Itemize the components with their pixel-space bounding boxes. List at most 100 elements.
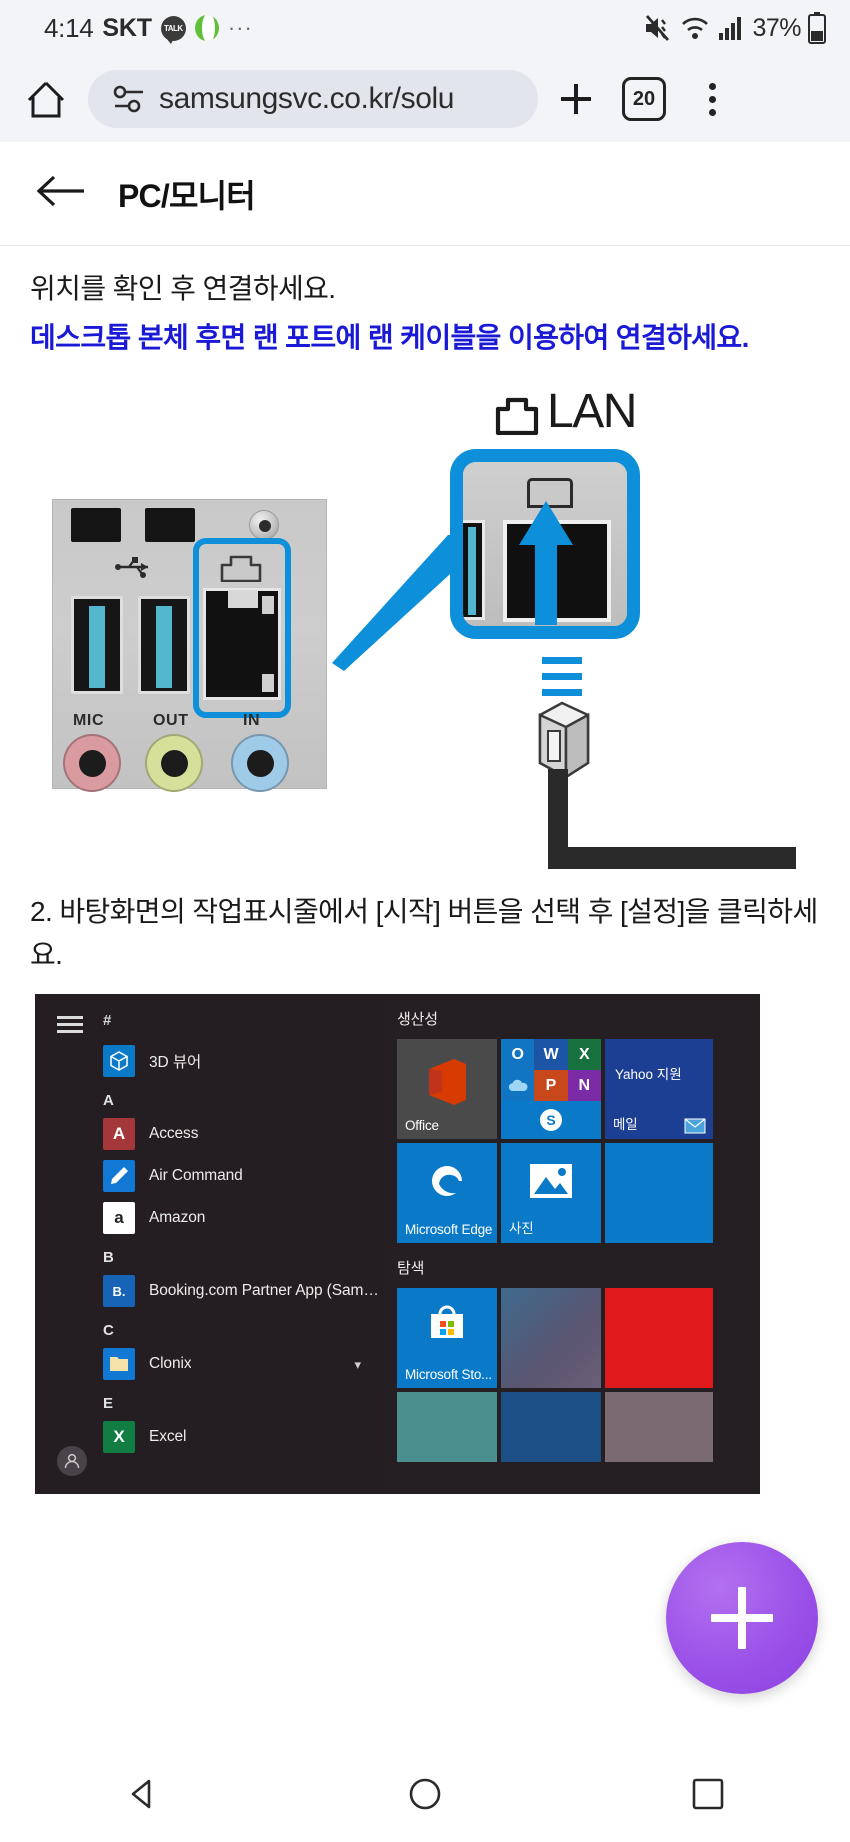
start-menu-app-list-panel: # 3D 뷰어 A A Access Air Command a Amazon … xyxy=(35,994,385,1495)
tile-bottom-3[interactable] xyxy=(605,1392,713,1463)
audio-jack-out xyxy=(145,734,203,793)
nav-back-button[interactable] xyxy=(82,1746,202,1842)
home-button[interactable] xyxy=(18,71,74,127)
usb-port-1 xyxy=(71,596,123,695)
tile-row-productivity: Office O W X P N S Yahoo 지원 메일 xyxy=(385,1039,760,1140)
tile-photos[interactable]: 사진 xyxy=(501,1143,601,1244)
list-item[interactable]: A Access xyxy=(35,1113,385,1155)
tile-bottom-2[interactable] xyxy=(501,1392,601,1463)
tab-count: 20 xyxy=(622,77,666,121)
new-tab-button[interactable] xyxy=(546,69,606,129)
svg-text:S: S xyxy=(546,1112,555,1128)
office-mini-grid: O W X P N xyxy=(501,1039,601,1102)
nav-recents-button[interactable] xyxy=(648,1746,768,1842)
insert-direction-arrow-icon xyxy=(519,501,573,626)
amazon-icon: a xyxy=(103,1202,135,1235)
tile-yahoo[interactable]: Yahoo 지원 메일 xyxy=(605,1039,713,1140)
page-title: PC/모니터 xyxy=(118,177,256,214)
browser-menu-button[interactable] xyxy=(682,69,742,129)
app-name: 3D 뷰어 xyxy=(149,1054,202,1072)
rj45-glyph-icon xyxy=(220,555,262,583)
audio-jack-mic xyxy=(63,734,121,793)
rj45-led-right xyxy=(262,674,274,693)
group-letter-e: E xyxy=(103,1395,114,1413)
lan-cable-icon xyxy=(548,769,796,870)
skype-icon: S xyxy=(501,1101,601,1140)
signal-icon xyxy=(719,17,742,40)
list-item[interactable]: B. Booking.com Partner App (Samsun... xyxy=(35,1270,385,1312)
tile-red-app[interactable] xyxy=(605,1288,713,1389)
user-avatar-icon[interactable] xyxy=(57,1446,87,1477)
photos-icon xyxy=(530,1164,572,1199)
group-letter-a: A xyxy=(103,1092,115,1110)
office-icon xyxy=(429,1059,466,1106)
tile-office-apps[interactable]: O W X P N S xyxy=(501,1039,601,1140)
rj45-led-left xyxy=(262,596,274,615)
address-bar[interactable]: samsungsvc.co.kr/solu xyxy=(88,70,538,128)
app-list: 3D 뷰어 A A Access Air Command a Amazon B … xyxy=(35,1034,385,1458)
rj45-port-icon xyxy=(495,397,539,435)
top-port-2 xyxy=(145,508,195,543)
floating-action-button[interactable] xyxy=(666,1542,818,1694)
folder-icon xyxy=(103,1348,135,1381)
group-letter-hash: # xyxy=(103,1012,112,1030)
instruction-line-2: 데스크톱 본체 후면 랜 포트에 랜 케이블을 이용하여 연결하세요. xyxy=(30,321,749,353)
tile-row-apps: Microsoft Edge 사진 xyxy=(385,1143,760,1244)
audio-label-out: OUT xyxy=(153,712,189,730)
lan-rj45-port xyxy=(203,588,281,701)
booking-icon: B. xyxy=(103,1275,135,1308)
cube-icon xyxy=(103,1045,135,1078)
back-button[interactable] xyxy=(34,172,88,215)
plus-icon xyxy=(561,84,591,114)
list-item[interactable]: X Excel xyxy=(35,1416,385,1458)
tab-switcher-button[interactable]: 20 xyxy=(614,69,674,129)
status-carrier: SKT xyxy=(102,13,152,42)
tile-microsoft-edge[interactable]: Microsoft Edge xyxy=(397,1143,497,1244)
tile-office[interactable]: Office xyxy=(397,1039,497,1140)
onedrive-icon xyxy=(501,1070,535,1102)
list-item[interactable]: 3D 뷰어 xyxy=(35,1040,385,1082)
motion-lines-icon xyxy=(542,657,582,697)
status-bar-left: 4:14 SKT TALK ··· xyxy=(44,13,253,44)
nav-home-button[interactable] xyxy=(365,1746,485,1842)
kakaotalk-icon-text: TALK xyxy=(163,23,183,33)
app-name: Amazon xyxy=(149,1209,206,1227)
pen-icon xyxy=(103,1160,135,1193)
onedrive-glyph-icon xyxy=(508,1079,528,1091)
tile-label: Office xyxy=(405,1118,439,1134)
hamburger-icon[interactable] xyxy=(57,1016,83,1034)
phone-screen: 4:14 SKT TALK ··· 37% samsungsvc.co.kr/s… xyxy=(0,0,850,1842)
mute-icon xyxy=(646,15,670,41)
tile-photo-preview[interactable] xyxy=(501,1288,601,1389)
lan-label-text: LAN xyxy=(547,385,637,439)
nav-recents-square-icon xyxy=(693,1778,724,1810)
usb-port-2 xyxy=(138,596,190,695)
motherboard-rear-panel: MIC OUT IN xyxy=(52,499,327,793)
app-name: Excel xyxy=(149,1428,187,1446)
word-icon: W xyxy=(534,1039,568,1071)
store-icon xyxy=(431,1305,463,1339)
callout-usb-port xyxy=(463,520,485,621)
lan-label-group: LAN xyxy=(492,385,637,439)
tile-extra-app[interactable] xyxy=(605,1143,713,1244)
usb-icon xyxy=(115,557,148,579)
list-item[interactable]: Air Command xyxy=(35,1155,385,1197)
app-name: Booking.com Partner App (Samsun... xyxy=(149,1282,385,1300)
tile-row-bottom xyxy=(385,1392,760,1463)
chevron-down-icon[interactable]: ▾ xyxy=(354,1357,361,1373)
rj45-latch xyxy=(228,590,258,609)
tile-bottom-1[interactable] xyxy=(397,1392,497,1463)
kebab-menu-icon xyxy=(708,82,716,116)
status-bar-right: 37% xyxy=(643,12,826,44)
pen-glyph-icon xyxy=(111,1167,128,1185)
list-item[interactable]: a Amazon xyxy=(35,1197,385,1239)
skype-glyph-icon: S xyxy=(540,1109,562,1132)
start-menu-figure: # 3D 뷰어 A A Access Air Command a Amazon … xyxy=(35,994,760,1495)
nav-back-triangle-icon xyxy=(131,1779,150,1809)
list-item[interactable]: Clonix ▾ xyxy=(35,1343,385,1385)
article-content: 위치를 확인 후 연결하세요. 데스크톱 본체 후면 랜 포트에 랜 케이블을 … xyxy=(0,246,850,1495)
excel-icon: X xyxy=(567,1039,601,1071)
kakaotalk-icon: TALK xyxy=(160,15,186,44)
access-icon: A xyxy=(103,1118,135,1151)
tile-microsoft-store[interactable]: Microsoft Sto... xyxy=(397,1288,497,1389)
